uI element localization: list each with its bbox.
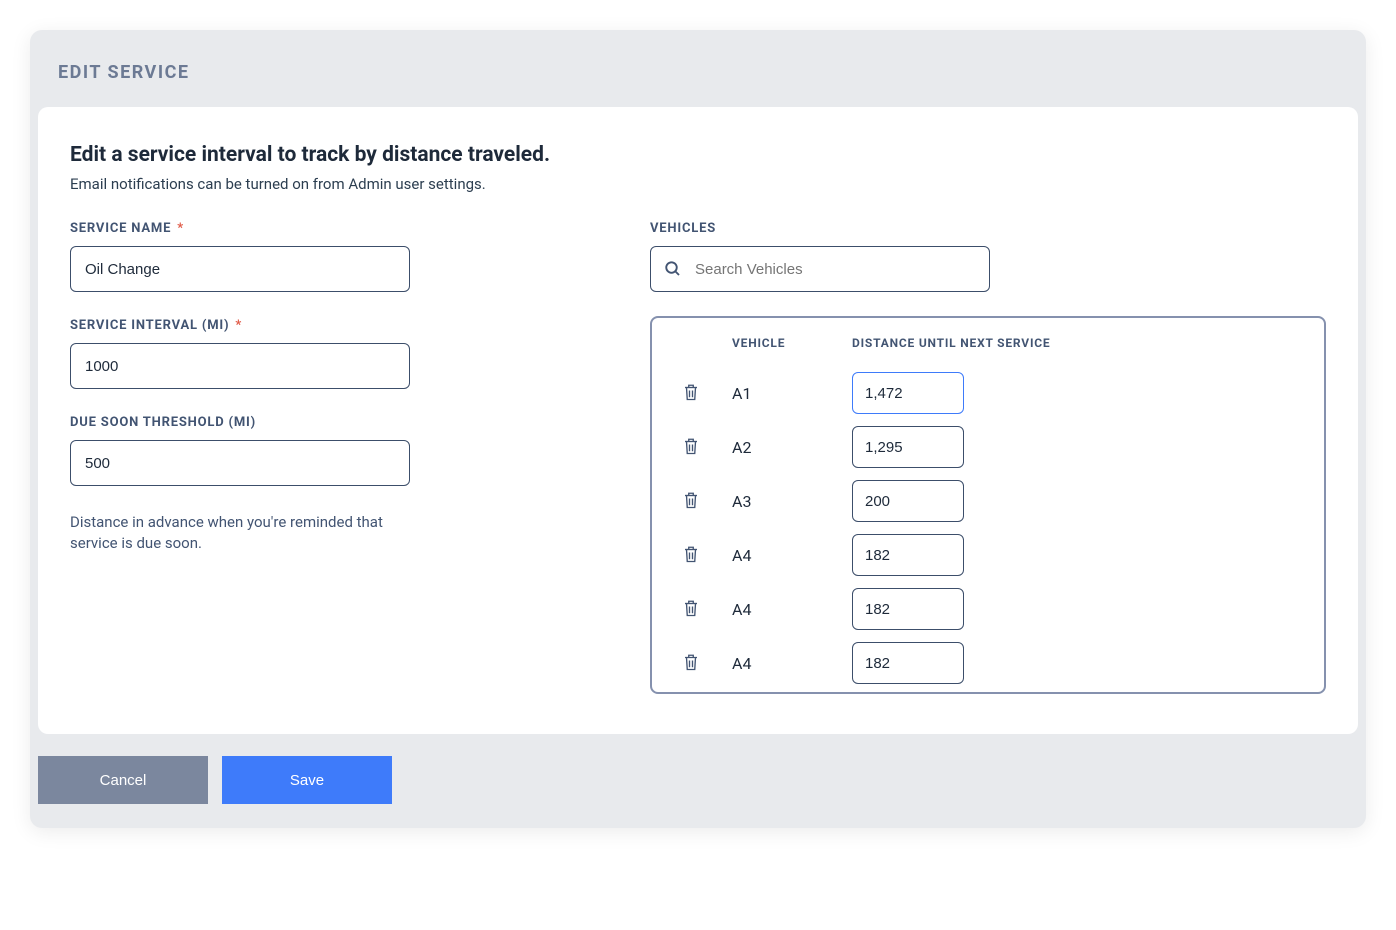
interval-field: SERVICE INTERVAL (MI) * xyxy=(70,318,410,389)
vehicles-label: VEHICLES xyxy=(650,221,1326,236)
interval-input[interactable] xyxy=(70,343,410,389)
vehicle-cell: A3 xyxy=(732,474,852,528)
col-distance-header: DISTANCE UNTIL NEXT SERVICE xyxy=(852,336,1304,366)
distance-input[interactable] xyxy=(852,480,964,522)
trash-icon xyxy=(682,436,700,459)
interval-label: SERVICE INTERVAL (MI) * xyxy=(70,318,410,333)
delete-row-button[interactable] xyxy=(678,648,704,679)
distance-input[interactable] xyxy=(852,426,964,468)
service-name-input[interactable] xyxy=(70,246,410,292)
required-mark: * xyxy=(173,221,184,236)
search-icon xyxy=(664,260,682,278)
trash-icon xyxy=(682,544,700,567)
form-columns: SERVICE NAME * SERVICE INTERVAL (MI) * D… xyxy=(70,221,1326,694)
delete-row-button[interactable] xyxy=(678,378,704,409)
table-row: A4 xyxy=(672,528,1304,582)
threshold-help-text: Distance in advance when you're reminded… xyxy=(70,512,410,554)
vehicle-cell: A1 xyxy=(732,366,852,420)
search-wrap xyxy=(650,246,990,292)
vehicles-table-scroll[interactable]: VEHICLE DISTANCE UNTIL NEXT SERVICE A1A2… xyxy=(652,318,1324,692)
col-vehicle-header: VEHICLE xyxy=(732,336,852,366)
delete-row-button[interactable] xyxy=(678,432,704,463)
left-column: SERVICE NAME * SERVICE INTERVAL (MI) * D… xyxy=(70,221,410,694)
service-name-field: SERVICE NAME * xyxy=(70,221,410,292)
threshold-label-text: DUE SOON THRESHOLD (MI) xyxy=(70,415,256,430)
trash-icon xyxy=(682,490,700,513)
panel-title: EDIT SERVICE xyxy=(30,30,1366,107)
trash-icon xyxy=(682,382,700,405)
col-delete-header xyxy=(672,336,732,366)
distance-input[interactable] xyxy=(852,642,964,684)
threshold-label: DUE SOON THRESHOLD (MI) xyxy=(70,415,410,430)
distance-input[interactable] xyxy=(852,534,964,576)
required-mark: * xyxy=(231,318,242,333)
vehicle-cell: A4 xyxy=(732,528,852,582)
trash-icon xyxy=(682,652,700,675)
vehicles-table-box: VEHICLE DISTANCE UNTIL NEXT SERVICE A1A2… xyxy=(650,316,1326,694)
vehicle-cell: A4 xyxy=(732,636,852,690)
service-name-label-text: SERVICE NAME xyxy=(70,221,171,236)
right-column: VEHICLES VEHICLE xyxy=(650,221,1326,694)
save-button[interactable]: Save xyxy=(222,756,392,804)
vehicle-cell: A4 xyxy=(732,582,852,636)
table-row: A4 xyxy=(672,636,1304,690)
delete-row-button[interactable] xyxy=(678,540,704,571)
trash-icon xyxy=(682,598,700,621)
delete-row-button[interactable] xyxy=(678,486,704,517)
distance-input[interactable] xyxy=(852,588,964,630)
vehicle-cell: A2 xyxy=(732,420,852,474)
delete-row-button[interactable] xyxy=(678,594,704,625)
vehicle-search-input[interactable] xyxy=(650,246,990,292)
interval-label-text: SERVICE INTERVAL (MI) xyxy=(70,318,229,333)
table-row: A3 xyxy=(672,474,1304,528)
button-row: Cancel Save xyxy=(30,734,1366,828)
table-row: A4 xyxy=(672,582,1304,636)
service-name-label: SERVICE NAME * xyxy=(70,221,410,236)
form-card: Edit a service interval to track by dist… xyxy=(38,107,1358,734)
cancel-button[interactable]: Cancel xyxy=(38,756,208,804)
table-row: A2 xyxy=(672,420,1304,474)
edit-service-panel: EDIT SERVICE Edit a service interval to … xyxy=(30,30,1366,828)
card-heading: Edit a service interval to track by dist… xyxy=(70,143,1326,167)
threshold-input[interactable] xyxy=(70,440,410,486)
distance-input[interactable] xyxy=(852,372,964,414)
threshold-field: DUE SOON THRESHOLD (MI) xyxy=(70,415,410,486)
card-subheading: Email notifications can be turned on fro… xyxy=(70,175,1326,193)
table-row: A1 xyxy=(672,366,1304,420)
vehicles-table: VEHICLE DISTANCE UNTIL NEXT SERVICE A1A2… xyxy=(672,336,1304,690)
